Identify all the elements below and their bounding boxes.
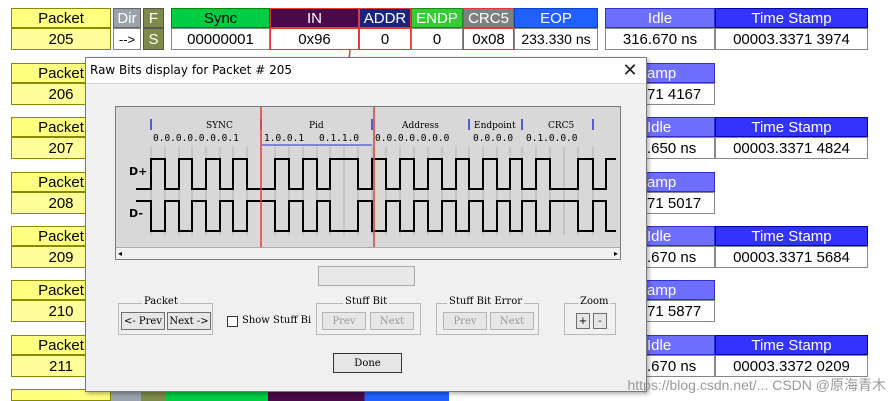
close-icon[interactable]: ✕	[620, 60, 640, 80]
dialog-titlebar: Raw Bits display for Packet # 205 ✕	[86, 58, 646, 84]
row-idle-value: .650 ns	[646, 137, 715, 159]
stuff-bit-group: Stuff Bit Prev Next	[316, 296, 421, 335]
packet-number[interactable]: 205	[11, 28, 111, 50]
endp-value: 0	[411, 28, 463, 50]
bits-sync: 0.0.0.0.0.0.0.1	[153, 133, 239, 144]
dir-value: -->	[113, 28, 141, 50]
zoom-group: Zoom + -	[564, 296, 616, 335]
stuff-next-button[interactable]: Next	[370, 312, 414, 330]
packet-group: Packet <- Prev Next ->	[118, 296, 213, 335]
waveform-panel: SYNC Pid Address Endpoint CRC5 0.0.0.0.0…	[115, 106, 621, 260]
prev-packet-button[interactable]: <- Prev	[121, 312, 165, 330]
crc5-value: 0x08	[463, 28, 514, 50]
dminus-trace	[136, 200, 616, 232]
zoom-out-button[interactable]: -	[593, 313, 607, 329]
row-idle-label: amp	[646, 63, 715, 83]
row-timestamp-label: Time Stamp	[715, 117, 868, 137]
next-packet-button[interactable]: Next ->	[167, 312, 211, 330]
field-pid: Pid	[309, 121, 324, 131]
row-idle-value: 71 5877	[646, 300, 715, 322]
stuff-bit-error-group: Stuff Bit Error Prev Next	[436, 296, 539, 335]
row-timestamp-value: 00003.3372 0209	[715, 355, 868, 377]
dplus-label: D+	[129, 165, 147, 178]
f-value: S	[143, 28, 164, 50]
show-stuff-bits-label: Show Stuff Bi	[242, 315, 312, 326]
dplus-trace	[136, 158, 616, 190]
row-idle-label: Idle	[646, 226, 715, 246]
timestamp-value: 00003.3371 3974	[715, 28, 868, 50]
stuff-bit-group-label: Stuff Bit	[343, 296, 390, 307]
scroll-right-icon[interactable]: ▸	[614, 249, 618, 258]
eop-header: EOP	[514, 8, 598, 28]
field-address: Address	[401, 121, 439, 131]
row-timestamp-label: Time Stamp	[715, 226, 868, 246]
status-field	[318, 266, 415, 286]
stuff-prev-button[interactable]: Prev	[322, 312, 366, 330]
bits-pid-b: 0.1.1.0	[319, 133, 359, 144]
idle-header: Idle	[605, 8, 715, 28]
field-crc5: CRC5	[548, 121, 575, 131]
timestamp-header: Time Stamp	[715, 8, 868, 28]
row-idle-label: amp	[646, 172, 715, 192]
row-idle-value: 71 4167	[646, 83, 715, 105]
idle-value: 316.670 ns	[605, 28, 715, 50]
bits-endpoint: 0.0.0.0	[473, 133, 513, 144]
scroll-left-icon[interactable]: ◂	[118, 249, 122, 258]
row-idle-value: .670 ns	[646, 355, 715, 377]
waveform-svg: SYNC Pid Address Endpoint CRC5 0.0.0.0.0…	[129, 107, 616, 258]
sync-header: Sync	[171, 8, 270, 28]
error-next-button[interactable]: Next	[490, 312, 534, 330]
show-stuff-bits-checkbox[interactable]	[227, 316, 238, 327]
dminus-label: D-	[129, 207, 143, 220]
watermark: https://blog.csdn.net/... CSDN @原海青木	[627, 377, 886, 393]
f-header: F	[143, 8, 164, 28]
row-idle-label: Idle	[646, 117, 715, 137]
row-idle-label: Idle	[646, 335, 715, 355]
row-idle-value: 71 5017	[646, 192, 715, 214]
raw-bits-dialog: Raw Bits display for Packet # 205 ✕ SYNC…	[85, 57, 647, 392]
addr-value: 0	[359, 28, 411, 50]
zoom-in-button[interactable]: +	[576, 313, 590, 329]
row-timestamp-label: Time Stamp	[715, 335, 868, 355]
row-idle-value: .670 ns	[646, 246, 715, 268]
done-button[interactable]: Done	[333, 353, 402, 373]
dir-header: Dir	[113, 8, 141, 28]
bits-crc5: 0.1.0.0.0	[526, 133, 578, 144]
stuff-bit-error-group-label: Stuff Bit Error	[447, 296, 524, 307]
dialog-title: Raw Bits display for Packet # 205	[90, 63, 292, 77]
in-header: IN	[270, 8, 359, 28]
sync-value: 00000001	[171, 28, 270, 50]
addr-header: ADDR	[359, 8, 411, 28]
endp-header: ENDP	[411, 8, 463, 28]
packet-header: Packet	[11, 8, 111, 28]
in-value: 0x96	[270, 28, 359, 50]
row-timestamp-value: 00003.3371 4824	[715, 137, 868, 159]
packet-group-label: Packet	[142, 296, 180, 307]
eop-value: 233.330 ns	[514, 28, 598, 50]
bits-address: 0.0.0.0.0.0.0	[375, 133, 450, 144]
row-timestamp-value: 00003.3371 5684	[715, 246, 868, 268]
zoom-group-label: Zoom	[578, 296, 611, 307]
field-endpoint: Endpoint	[474, 121, 516, 131]
crc5-header: CRC5	[463, 8, 514, 28]
field-sync: SYNC	[206, 121, 233, 131]
horizontal-scrollbar[interactable]: ◂ ▸	[116, 247, 620, 259]
error-prev-button[interactable]: Prev	[443, 312, 487, 330]
bits-pid-a: 1.0.0.1	[264, 133, 304, 144]
row-idle-label: amp	[646, 280, 715, 300]
